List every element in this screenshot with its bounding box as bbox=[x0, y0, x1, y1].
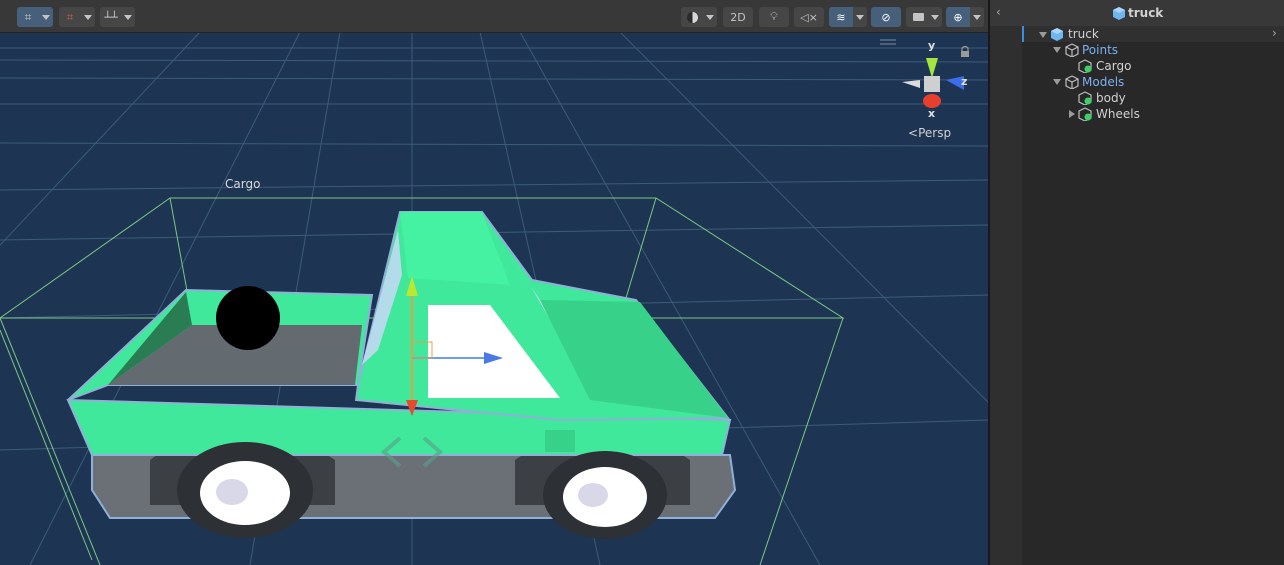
camera-icon bbox=[912, 13, 924, 21]
audio-toggle-button[interactable]: ◁× bbox=[794, 7, 824, 27]
audio-mute-icon: ◁× bbox=[800, 10, 818, 24]
gameobject-component-icon bbox=[1078, 59, 1092, 73]
shaded-sphere-icon bbox=[686, 11, 698, 23]
grid-snap-button[interactable]: ⌗ bbox=[59, 7, 81, 27]
hierarchy-sidebar bbox=[990, 26, 1022, 565]
camera-dropdown[interactable] bbox=[928, 7, 942, 27]
hierarchy-item-truck[interactable]: truck bbox=[1068, 26, 1099, 42]
gizmo-y-label: y bbox=[928, 39, 936, 52]
2d-toggle-button[interactable]: 2D bbox=[723, 7, 753, 27]
expand-arrow-icon[interactable] bbox=[1053, 47, 1061, 53]
grid-snap-dropdown[interactable] bbox=[81, 7, 95, 27]
effects-dropdown[interactable] bbox=[853, 7, 867, 27]
scene-menu-icon[interactable] bbox=[880, 39, 896, 45]
truck-model[interactable] bbox=[66, 211, 737, 539]
layers-icon: ≋ bbox=[836, 10, 846, 24]
increment-snap-dropdown[interactable] bbox=[121, 7, 135, 27]
gameobject-component-icon bbox=[1078, 91, 1092, 105]
front-wheel bbox=[543, 451, 667, 539]
expand-arrow-icon[interactable] bbox=[1039, 32, 1047, 38]
globe-icon: ⊕ bbox=[953, 10, 963, 24]
scene-toolbar: ⌗ ⌗ ┴┴ 2D 💡︎ ◁× ≋ ⊘ ⊕ bbox=[0, 0, 988, 33]
cargo-point-gizmo[interactable] bbox=[216, 286, 280, 350]
scene-canvas[interactable] bbox=[0, 0, 988, 565]
gameobject-icon bbox=[1065, 43, 1079, 57]
gizmo-x-label: x bbox=[928, 107, 936, 120]
cargo-point-label: Cargo bbox=[225, 177, 261, 191]
gizmos-button[interactable]: ⊕ bbox=[946, 7, 970, 27]
lighting-toggle-button[interactable]: 💡︎ bbox=[759, 7, 789, 27]
hierarchy-item-models[interactable]: Models bbox=[1082, 74, 1124, 90]
increment-snap-button[interactable]: ┴┴ bbox=[100, 7, 122, 27]
hierarchy-item-cargo[interactable]: Cargo bbox=[1096, 58, 1131, 74]
prefab-stage-marker bbox=[1022, 26, 1024, 42]
expand-arrow-icon[interactable] bbox=[1053, 79, 1061, 85]
grid-transform-icon: ⌗ bbox=[24, 9, 32, 24]
orientation-gizmo[interactable] bbox=[902, 58, 964, 108]
draw-mode-dropdown[interactable] bbox=[703, 7, 717, 27]
transform-tool-button[interactable]: ⌗ bbox=[17, 7, 39, 27]
persp-icon: < bbox=[908, 126, 919, 140]
ruler-icon: ┴┴ bbox=[104, 10, 118, 24]
scene-view[interactable]: Cargo y z x <Persp ⌗ ⌗ ┴┴ 2D 💡︎ ◁× ≋ ⊘ ⊕ bbox=[0, 0, 988, 565]
hierarchy-panel: ‹ truck › truck Points Cargo Models body… bbox=[990, 0, 1284, 565]
prefab-icon bbox=[1051, 28, 1063, 41]
transform-tool-dropdown[interactable] bbox=[39, 7, 53, 27]
gizmo-z-label: z bbox=[961, 75, 968, 88]
rear-wheel bbox=[177, 442, 313, 538]
scene-visibility-button[interactable]: ⊘ bbox=[871, 7, 901, 27]
hierarchy-item-points[interactable]: Points bbox=[1082, 42, 1118, 58]
row-chevron-right-icon[interactable]: › bbox=[1272, 26, 1277, 40]
prefab-icon bbox=[1113, 7, 1125, 20]
hierarchy-item-body[interactable]: body bbox=[1096, 90, 1126, 106]
camera-button[interactable] bbox=[906, 7, 930, 27]
hierarchy-title: truck bbox=[1128, 6, 1164, 20]
gameobject-icon bbox=[1065, 75, 1079, 89]
gizmos-dropdown[interactable] bbox=[970, 7, 984, 27]
collapse-arrow-icon[interactable] bbox=[1069, 110, 1075, 118]
draw-mode-button[interactable] bbox=[681, 7, 703, 27]
projection-toggle[interactable]: <Persp bbox=[908, 126, 951, 140]
grid-snap-icon: ⌗ bbox=[66, 9, 74, 24]
eye-hidden-icon: ⊘ bbox=[881, 10, 891, 24]
hierarchy-item-wheels[interactable]: Wheels bbox=[1096, 106, 1140, 122]
effects-button[interactable]: ≋ bbox=[829, 7, 853, 27]
gameobject-component-icon bbox=[1078, 107, 1092, 121]
back-chevron-icon[interactable]: ‹ bbox=[996, 5, 1001, 19]
hierarchy-header: ‹ truck bbox=[990, 0, 1284, 27]
projection-label: Persp bbox=[918, 126, 952, 140]
lightbulb-icon: 💡︎ bbox=[770, 10, 778, 23]
